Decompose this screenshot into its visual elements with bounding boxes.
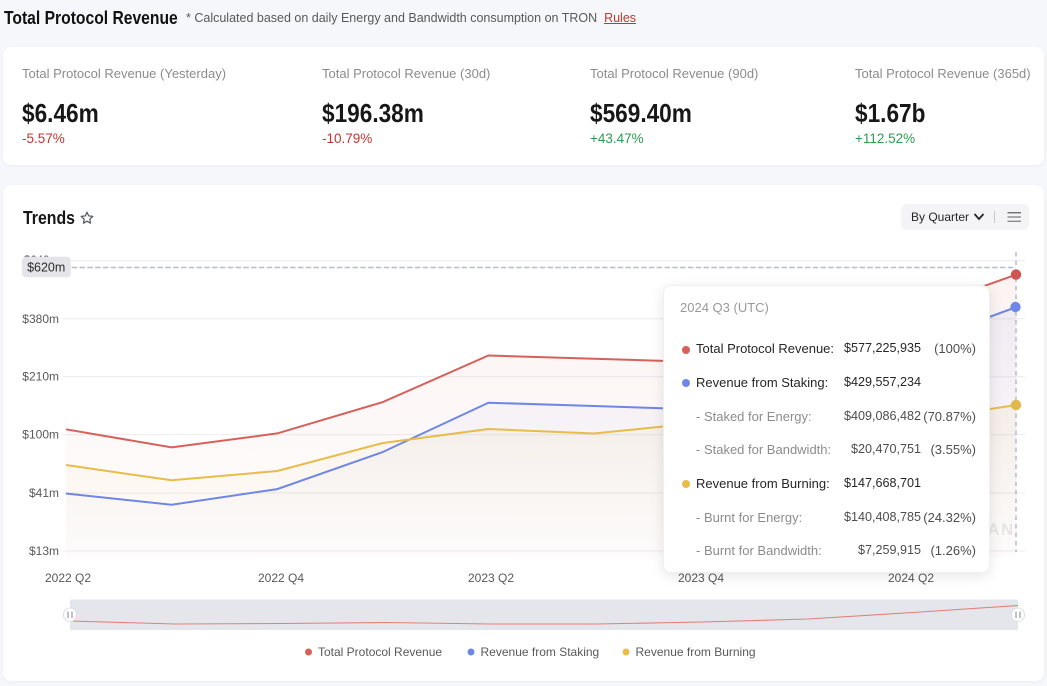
svg-text:Total Protocol Revenue: Total Protocol Revenue: [318, 645, 442, 659]
svg-text:2022 Q2: 2022 Q2: [45, 571, 91, 585]
svg-text:$100m: $100m: [22, 428, 59, 442]
svg-text:$620m: $620m: [27, 260, 65, 274]
svg-text:$41m: $41m: [29, 486, 59, 500]
svg-text:$210m: $210m: [22, 370, 59, 384]
svg-text:Revenue from Staking: Revenue from Staking: [481, 645, 600, 659]
svg-text:2022 Q4: 2022 Q4: [258, 571, 304, 585]
svg-text:$13m: $13m: [29, 544, 59, 558]
svg-text:Revenue from Burning: Revenue from Burning: [636, 645, 756, 659]
svg-text:$380m: $380m: [22, 312, 59, 326]
svg-text:2023 Q2: 2023 Q2: [468, 571, 514, 585]
svg-text:2023 Q4: 2023 Q4: [678, 571, 724, 585]
svg-text:2024 Q2: 2024 Q2: [888, 571, 934, 585]
